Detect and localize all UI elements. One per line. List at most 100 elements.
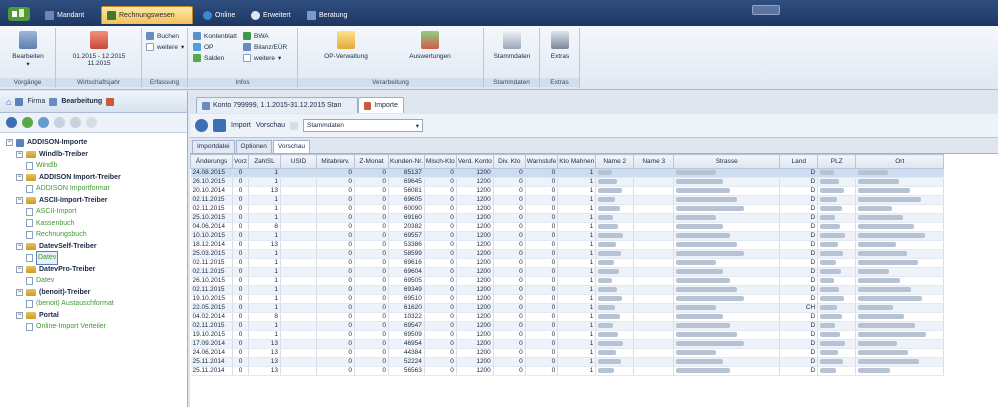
tree-folder[interactable]: − Portal — [6, 310, 187, 322]
tab-importe[interactable]: Importe — [358, 97, 404, 113]
column-header[interactable]: Strasse — [673, 154, 781, 169]
extras-button[interactable]: Extras — [543, 31, 577, 60]
window-controls[interactable] — [752, 5, 780, 15]
tree-leaf[interactable]: Online-Import Verteiler — [6, 321, 187, 333]
table-row[interactable]: 02.11.2015 0 1 0 0 69616 0 1200 0 0 1 D — [190, 258, 945, 268]
table-row[interactable]: 18.12.2014 0 13 0 0 53386 0 1200 0 0 1 D — [190, 240, 945, 250]
salden-button[interactable]: Salden — [193, 54, 224, 62]
collapse-icon[interactable]: − — [16, 173, 23, 181]
tree-folder[interactable]: − (benoit)-Treiber — [6, 287, 187, 299]
table-row[interactable]: 04.02.2014 0 8 0 0 10322 0 1200 0 0 1 D — [190, 312, 945, 322]
table-row[interactable]: 04.06.2014 0 8 0 0 20382 0 1200 0 0 1 D — [190, 222, 945, 232]
tab-vorschau[interactable]: Vorschau — [272, 140, 311, 153]
column-header[interactable]: Warnstufe — [524, 154, 559, 169]
column-header[interactable]: Vorz — [231, 154, 250, 169]
collapse-icon[interactable]: − — [6, 139, 13, 147]
tab-online[interactable]: Online — [198, 6, 240, 24]
tab-erweitert[interactable]: Erweitert — [246, 6, 296, 24]
tree-leaf[interactable]: (benoit) Austauschformat — [6, 298, 187, 310]
tree-leaf[interactable]: ASCII-Import — [6, 206, 187, 218]
tree-leaf[interactable]: Datev — [6, 251, 187, 265]
home-icon[interactable]: ⌂ — [6, 97, 11, 107]
import-button[interactable]: Import — [231, 122, 251, 129]
tree-folder[interactable]: − Windlb-Treiber — [6, 149, 187, 161]
tree-folder[interactable]: − ADDISON-Importe — [6, 137, 187, 149]
tree-folder[interactable]: − ASCII-Import-Treiber — [6, 195, 187, 207]
op-verwaltung-button[interactable]: OP-Verwaltung — [306, 31, 386, 60]
wirtschaftsjahr-button[interactable]: 01.2015 - 12.2015 11.2015 — [60, 31, 138, 67]
info-icon[interactable] — [70, 117, 81, 128]
tab-konto[interactable]: Konto 799999, 1.1.2015-31.12.2015 Stan — [196, 97, 358, 113]
back-icon[interactable] — [195, 119, 208, 132]
column-header[interactable]: Mitabrerv. — [316, 154, 356, 169]
op-button[interactable]: OP — [193, 43, 213, 51]
tab-importdatei[interactable]: Importdatei — [192, 140, 235, 153]
collapse-icon[interactable]: − — [16, 150, 23, 158]
tab-mandant[interactable]: Mandant — [40, 6, 89, 24]
tree-leaf[interactable]: Rechnungsbuch — [6, 229, 187, 241]
column-header[interactable]: ZahlSL — [248, 154, 282, 169]
column-header[interactable]: Kto Mahnen — [557, 154, 597, 169]
tree-leaf[interactable]: Datev — [6, 275, 187, 287]
column-header[interactable]: Name 2 — [595, 154, 635, 169]
vorschau-button[interactable]: Vorschau — [256, 122, 285, 129]
table-row[interactable]: 10.10.2015 0 1 0 0 69557 0 1200 0 0 1 D — [190, 231, 945, 241]
table-row[interactable]: 24.08.2015 0 1 0 0 85137 0 1200 0 0 1 D — [190, 168, 945, 178]
table-row[interactable]: 26.10.2015 0 1 0 0 69505 0 1200 0 0 1 D — [190, 276, 945, 286]
erfassung-weitere-button[interactable]: weitere ▾ — [146, 43, 184, 51]
table-row[interactable]: 22.05.2015 0 1 0 0 61620 0 1200 0 0 1 CH — [190, 303, 945, 313]
column-header[interactable]: Änderungs — [190, 154, 233, 169]
tab-beratung[interactable]: Beratung — [302, 6, 352, 24]
stammdaten-select[interactable]: Stammdaten ▾ — [303, 119, 424, 132]
tab-optionen[interactable]: Optionen — [235, 140, 272, 153]
collapse-icon[interactable]: − — [16, 196, 23, 204]
table-row[interactable]: 19.10.2015 0 1 0 0 69509 0 1200 0 0 1 D — [190, 330, 945, 340]
panel-icon[interactable] — [106, 97, 115, 106]
table-row[interactable]: 26.10.2015 0 1 0 0 69645 0 1200 0 0 1 D — [190, 177, 945, 187]
refresh-icon[interactable] — [38, 117, 49, 128]
tab-rechnungswesen[interactable]: Rechnungswesen — [101, 6, 193, 24]
infos-weitere-button[interactable]: weitere ▾ — [243, 54, 281, 62]
tree-leaf[interactable]: ADDISON Importformat — [6, 183, 187, 195]
tab-firma[interactable]: Firma — [27, 98, 45, 105]
collapse-icon[interactable]: − — [16, 265, 23, 273]
table-row[interactable]: 02.11.2015 0 1 0 0 69605 0 1200 0 0 1 D — [190, 195, 945, 205]
table-row[interactable]: 25.11.2014 0 13 0 0 52224 0 1200 0 0 1 D — [190, 357, 945, 367]
collapse-icon[interactable]: − — [16, 242, 23, 250]
auswertungen-button[interactable]: Auswertungen — [390, 31, 470, 60]
tree-leaf[interactable]: Windlb — [6, 160, 187, 172]
tree-folder[interactable]: − DatevPro-Treiber — [6, 264, 187, 276]
column-header[interactable]: Misch-Kto — [423, 154, 457, 169]
column-header[interactable]: Div. Kto — [492, 154, 526, 169]
table-row[interactable]: 24.06.2014 0 13 0 0 44384 0 1200 0 0 1 D — [190, 348, 945, 358]
table-row[interactable]: 02.11.2015 0 1 0 0 69349 0 1200 0 0 1 D — [190, 285, 945, 295]
bwa-button[interactable]: BWA — [243, 32, 269, 40]
column-header[interactable]: Kunden-Nr. — [388, 154, 425, 169]
column-header[interactable]: Verd. Konto — [455, 154, 494, 169]
column-header[interactable]: USID — [280, 154, 318, 169]
save-icon[interactable] — [213, 119, 226, 132]
collapse-icon[interactable]: − — [16, 311, 23, 319]
stammdaten-button[interactable]: Stammdaten — [487, 31, 537, 60]
delete-icon[interactable] — [54, 117, 65, 128]
table-row[interactable]: 19.10.2015 0 1 0 0 69510 0 1200 0 0 1 D — [190, 294, 945, 304]
tree-leaf[interactable]: Kassenbuch — [6, 218, 187, 230]
table-row[interactable]: 25.10.2015 0 1 0 0 69160 0 1200 0 0 1 D — [190, 213, 945, 223]
tree-folder[interactable]: − ADDISON Import-Treiber — [6, 172, 187, 184]
add-icon[interactable] — [22, 117, 33, 128]
table-row[interactable]: 02.11.2015 0 1 0 0 69604 0 1200 0 0 1 D — [190, 267, 945, 277]
column-header[interactable]: Z-Monat — [354, 154, 390, 169]
table-row[interactable]: 02.11.2015 0 1 0 0 69547 0 1200 0 0 1 D — [190, 321, 945, 331]
back-icon[interactable] — [6, 117, 17, 128]
help-icon[interactable] — [86, 117, 97, 128]
table-row[interactable]: 25.11.2014 0 13 0 0 56563 0 1200 0 0 1 D — [190, 366, 945, 376]
bilanz-button[interactable]: Bilanz/EÜR — [243, 43, 287, 51]
column-header[interactable]: PLZ — [817, 154, 857, 169]
table-row[interactable]: 17.09.2014 0 13 0 0 46954 0 1200 0 0 1 D — [190, 339, 945, 349]
table-row[interactable]: 02.11.2015 0 1 0 0 60090 0 1200 0 0 1 D — [190, 204, 945, 214]
collapse-icon[interactable]: − — [16, 288, 23, 296]
column-header[interactable]: Land — [779, 154, 819, 169]
column-header[interactable]: Ort — [855, 154, 945, 169]
tab-bearbeitung[interactable]: Bearbeitung — [61, 98, 102, 105]
kontenblatt-button[interactable]: Kontenblatt — [193, 32, 237, 40]
